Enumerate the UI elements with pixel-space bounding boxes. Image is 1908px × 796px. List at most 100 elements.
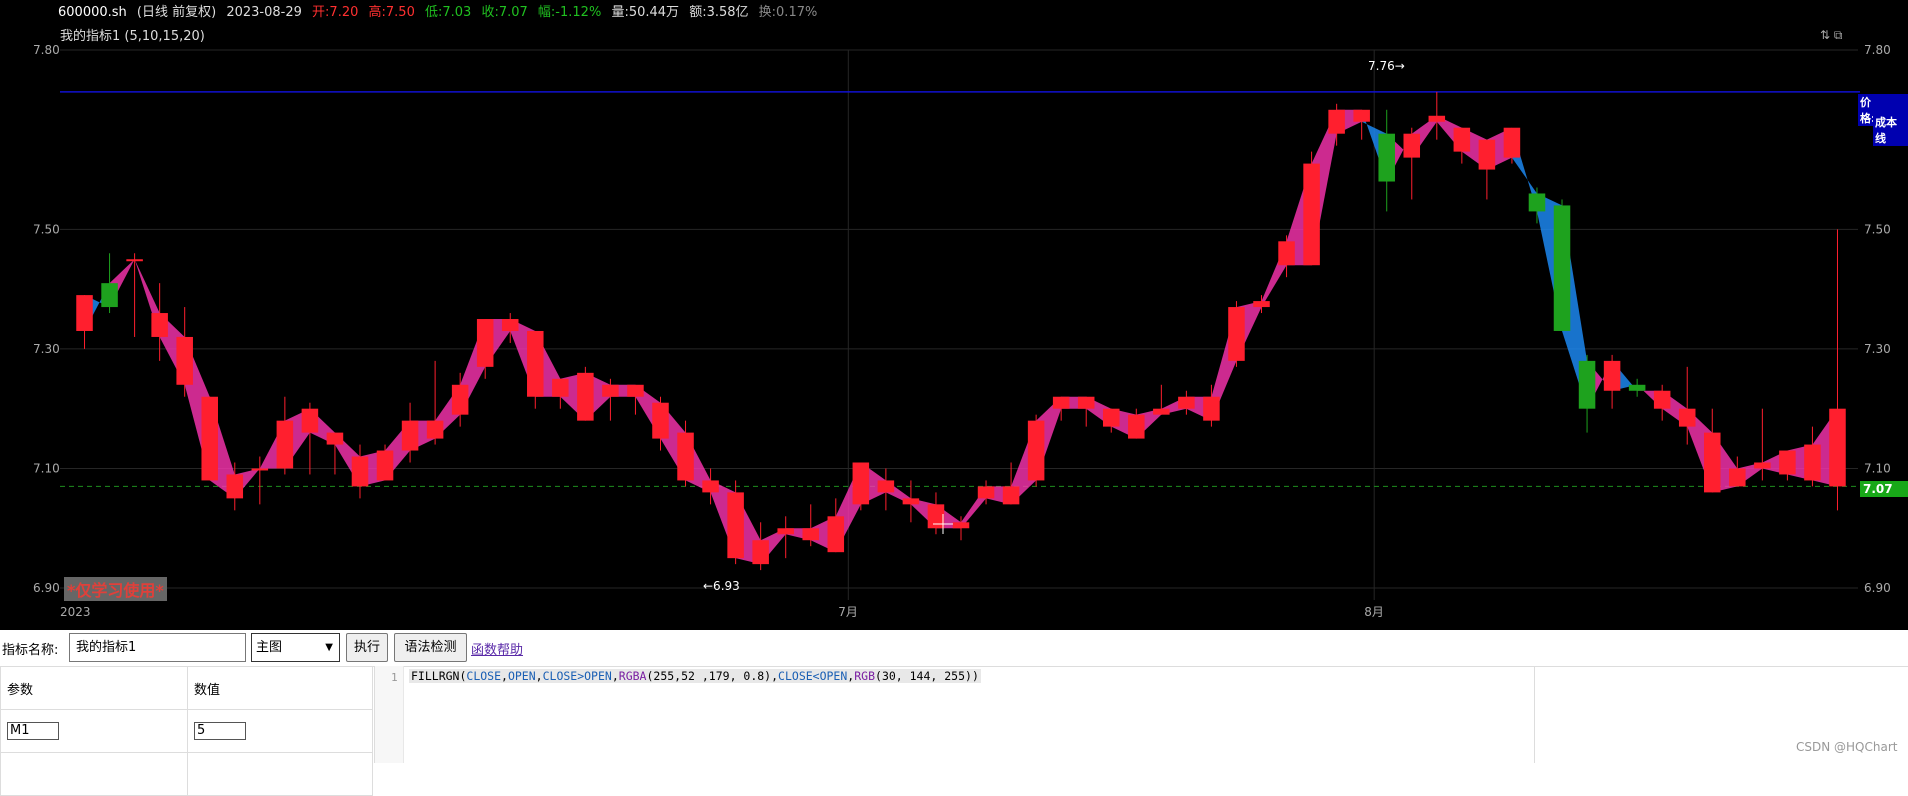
candle-body — [727, 492, 744, 559]
param-name-cell: M1 — [0, 709, 188, 753]
candle-body — [1203, 396, 1220, 421]
candle-body — [351, 456, 369, 487]
param-header: 参数 — [0, 666, 188, 710]
candle-body — [1102, 408, 1120, 427]
code-token: (255,52 ,179, 0.8), — [646, 669, 779, 683]
candle-body — [476, 319, 494, 367]
chevron-down-icon: ▼ — [325, 642, 333, 653]
candle-body — [1729, 468, 1746, 487]
last-close-label: 7.07 — [1860, 481, 1908, 497]
y-tick-label-left: 7.80 — [33, 43, 60, 57]
function-help-link[interactable]: 函数帮助 — [471, 639, 523, 658]
indicator-name-input[interactable]: 我的指标1 — [69, 633, 246, 662]
turnover-value: 换:0.17% — [758, 5, 818, 20]
candle-body — [1228, 307, 1245, 361]
param-header-row: 参数 数值 — [0, 666, 373, 710]
candle-body — [1428, 115, 1446, 122]
candle-body — [251, 468, 269, 471]
candle-body — [1754, 462, 1771, 469]
candle-body — [301, 408, 319, 433]
param-name-input[interactable]: M1 — [7, 722, 59, 740]
y-tick-label-right: 7.30 — [1864, 342, 1891, 356]
chart-canvas[interactable]: 7.80 7.80 7.50 7.50 7.30 7.30 7.10 7.10 6.90 6.90… — [0, 0, 1908, 630]
candle-body — [501, 319, 519, 331]
amount-value: 额:3.58亿 — [689, 5, 749, 20]
chart-tools-icon[interactable]: ⇅ ⧉ — [1820, 28, 1842, 43]
candle-body — [1178, 396, 1195, 409]
candle-body — [1653, 390, 1671, 409]
close-value: 收:7.07 — [481, 5, 528, 20]
candle-body — [1077, 396, 1095, 409]
code-token: OPEN — [507, 669, 536, 683]
candle-body — [827, 516, 845, 553]
candle-body — [627, 384, 644, 397]
watermark-label: *仅学习使用* — [64, 577, 167, 601]
param-value-input[interactable]: 5 — [194, 722, 246, 740]
candle-body — [1253, 301, 1270, 308]
volume-value: 量:50.44万 — [611, 5, 680, 20]
candle-body — [1278, 241, 1295, 266]
y-tick-label-left: 7.50 — [33, 222, 60, 236]
empty-cell — [187, 752, 373, 796]
candle-body — [577, 372, 594, 421]
param-value-cell: 5 — [187, 709, 373, 753]
y-tick-label-left: 6.90 — [33, 581, 60, 595]
open-value: 开:7.20 — [312, 5, 359, 20]
candle-body — [401, 420, 419, 451]
candle-body — [1328, 109, 1345, 134]
candle-body — [677, 432, 694, 481]
candle-body — [176, 336, 193, 385]
run-button[interactable]: 执行 — [346, 633, 388, 662]
syntax-check-button[interactable]: 语法检测 — [394, 633, 467, 662]
candle-body — [1704, 432, 1721, 493]
candle-body — [1353, 109, 1370, 122]
code-line[interactable]: FILLRGN(CLOSE,OPEN,CLOSE>OPEN,RGBA(255,5… — [409, 669, 981, 683]
candle-body — [877, 480, 895, 493]
candle-body — [326, 432, 344, 445]
candle-body — [1153, 408, 1170, 415]
y-tick-label-right: 7.10 — [1864, 461, 1891, 475]
candle-body — [226, 474, 244, 499]
candle-body — [1528, 193, 1546, 212]
indicator-title: 我的指标1 (5,10,15,20) — [60, 29, 205, 44]
max-price-annotation: 7.76→ — [1368, 59, 1405, 73]
indicator-type-value: 主图 — [256, 640, 283, 655]
x-tick-label: 2023 — [60, 605, 91, 619]
period-label: (日线 前复权) — [136, 5, 217, 20]
code-token: RGB — [854, 669, 876, 683]
candle-body — [1002, 486, 1020, 505]
candle-body — [902, 498, 920, 505]
code-token: CLOSE<OPEN — [778, 669, 848, 683]
candle-body — [602, 384, 619, 397]
candle-body — [1378, 133, 1395, 182]
candle-body — [126, 259, 143, 262]
candle-body — [1052, 396, 1070, 409]
high-value: 高:7.50 — [368, 5, 415, 20]
candle-body — [376, 450, 394, 481]
candle-body — [952, 522, 970, 529]
kline-chart[interactable]: 7.80 7.80 7.50 7.50 7.30 7.30 7.10 7.10 6.90 6.90… — [0, 0, 1908, 630]
candle-body — [927, 504, 945, 529]
code-token: (30, 144, 255)) — [875, 669, 979, 683]
code-fn: FILLRGN( — [411, 669, 467, 683]
date-label: 2023-08-29 — [226, 5, 302, 20]
candle-body — [527, 330, 544, 397]
candle-body — [852, 462, 870, 505]
code-token: CLOSE — [466, 669, 502, 683]
candle-body — [1303, 163, 1320, 266]
code-token: CLOSE>OPEN — [542, 669, 612, 683]
code-editor[interactable]: 1 FILLRGN(CLOSE,OPEN,CLOSE>OPEN,RGBA(255… — [374, 666, 1535, 763]
candle-body — [1478, 139, 1496, 170]
editor-gutter — [375, 666, 404, 763]
low-value: 低:7.03 — [424, 5, 472, 20]
candle-body — [76, 295, 93, 331]
candle-body — [977, 486, 995, 499]
indicator-name-label: 指标名称: — [2, 643, 59, 658]
empty-cell — [0, 752, 188, 796]
candle-body — [1829, 408, 1846, 487]
candle-body — [426, 420, 444, 439]
min-price-annotation: ←6.93 — [703, 579, 740, 593]
value-header: 数值 — [187, 666, 373, 710]
indicator-type-select[interactable]: 主图 ▼ — [251, 633, 340, 662]
candle-body — [777, 528, 794, 535]
